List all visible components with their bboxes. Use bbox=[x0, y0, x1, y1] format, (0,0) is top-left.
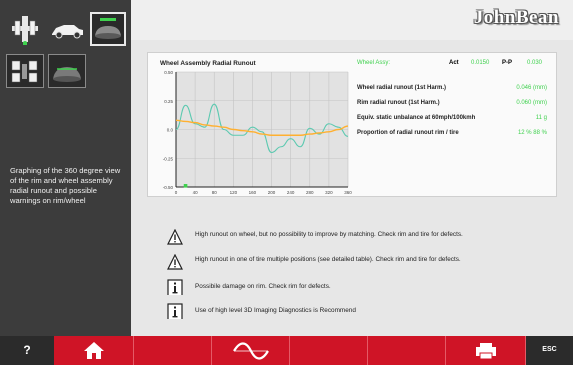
runout-panel: Wheel Assembly Radial Runout 0.50 0.25 0.0… bbox=[147, 52, 557, 197]
warning-triangle-icon bbox=[167, 229, 183, 245]
measurement-row: Rim radial runout (1st Harm.) 0.060 (mm) bbox=[357, 100, 547, 106]
measurement-label: Rim radial runout (1st Harm.) bbox=[357, 100, 440, 106]
y-tick-label: 0.0 bbox=[167, 128, 174, 133]
x-tick-label: 360 bbox=[344, 190, 352, 195]
wheel-runout-button[interactable] bbox=[90, 12, 126, 46]
warning-triangle-icon bbox=[167, 254, 183, 270]
x-tick-label: 160 bbox=[249, 190, 257, 195]
x-tick-label: 320 bbox=[325, 190, 333, 195]
x-tick-label: 240 bbox=[287, 190, 295, 195]
toolbar-button-empty-1[interactable] bbox=[134, 336, 212, 365]
x-tick-label: 80 bbox=[212, 190, 218, 195]
bottom-toolbar: ? ESC bbox=[0, 336, 573, 365]
x-tick-label: 200 bbox=[268, 190, 276, 195]
warning-text: High runout on wheel, but no possibility… bbox=[195, 231, 463, 238]
car-button[interactable] bbox=[48, 12, 86, 46]
toolbar-button-empty-2[interactable] bbox=[290, 336, 368, 365]
measurement-row: Equiv. static unbalance at 60mph/100kmh … bbox=[357, 115, 547, 121]
y-tick-label: -0.50 bbox=[163, 185, 174, 190]
wheel-assy-label: Wheel Assy: bbox=[357, 60, 391, 66]
pp-label: P-P bbox=[502, 60, 513, 66]
help-label: ? bbox=[23, 343, 31, 357]
measurement-value: 12 % 88 % bbox=[517, 130, 547, 136]
main-content: Wheel Assembly Radial Runout 0.50 0.25 0.0… bbox=[131, 40, 573, 336]
esc-button[interactable]: ESC bbox=[526, 336, 573, 365]
y-tick-label: 0.25 bbox=[164, 99, 173, 104]
sidebar-description: Graphing of the 360 degree view of the r… bbox=[10, 166, 121, 206]
measurement-value: 0.046 (mm) bbox=[516, 85, 547, 91]
tire-positions-icon bbox=[11, 60, 38, 83]
wheel-balancer-icon bbox=[12, 16, 38, 45]
measurement-value: 0.060 (mm) bbox=[516, 100, 547, 106]
header-bar: JohnBean bbox=[131, 0, 573, 40]
warning-text: Possibile damage on rim. Check rim for d… bbox=[195, 283, 331, 290]
measurement-value: 11 g bbox=[535, 115, 547, 121]
waveform-button[interactable] bbox=[212, 336, 290, 365]
act-label: Act bbox=[449, 60, 459, 66]
toolbar-button-empty-3[interactable] bbox=[368, 336, 446, 365]
measurement-row: Wheel radial runout (1st Harm.) 0.046 (m… bbox=[357, 85, 547, 91]
home-icon bbox=[84, 342, 104, 359]
tire-positions-button[interactable] bbox=[6, 54, 44, 88]
measurement-label: Proportion of radial runout rim / tire bbox=[357, 130, 459, 136]
home-button[interactable] bbox=[54, 336, 134, 365]
act-value: 0.0150 bbox=[471, 60, 490, 66]
info-icon bbox=[167, 279, 183, 295]
car-icon bbox=[52, 25, 83, 39]
tire-scan-icon bbox=[53, 67, 81, 82]
esc-label: ESC bbox=[542, 346, 557, 353]
x-tick-label: 120 bbox=[230, 190, 238, 195]
brand-logo: JohnBean bbox=[473, 7, 559, 28]
pp-value: 0.030 bbox=[527, 60, 543, 66]
wheel-balancer-button[interactable] bbox=[6, 12, 44, 46]
info-icon bbox=[167, 303, 183, 319]
measurement-row: Proportion of radial runout rim / tire 1… bbox=[357, 130, 547, 136]
help-button[interactable]: ? bbox=[0, 336, 54, 365]
wheel-runout-icon bbox=[95, 18, 121, 39]
x-tick-label: 0 bbox=[175, 190, 178, 195]
tire-scan-button[interactable] bbox=[48, 54, 86, 88]
measurement-label: Wheel radial runout (1st Harm.) bbox=[357, 85, 447, 91]
printer-icon bbox=[476, 343, 496, 360]
left-sidebar: Graphing of the 360 degree view of the r… bbox=[0, 0, 131, 336]
chart-title: Wheel Assembly Radial Runout bbox=[160, 60, 256, 67]
x-tick-label: 40 bbox=[193, 190, 199, 195]
x-tick-label: 280 bbox=[306, 190, 314, 195]
print-button[interactable] bbox=[446, 336, 526, 365]
y-tick-label: 0.50 bbox=[164, 70, 173, 75]
y-tick-label: -0.25 bbox=[163, 156, 174, 161]
position-marker bbox=[183, 184, 188, 188]
measurement-label: Equiv. static unbalance at 60mph/100kmh bbox=[357, 115, 476, 121]
warning-text: High runout in one of tire multiple posi… bbox=[195, 256, 461, 263]
runout-chart: 0.50 0.25 0.0 -0.25 -0.500 40 80 120 160 200 240 28… bbox=[163, 70, 353, 195]
warning-text: Use of high level 3D Imaging Diagnostics… bbox=[195, 307, 356, 314]
waveform-icon bbox=[233, 342, 269, 360]
